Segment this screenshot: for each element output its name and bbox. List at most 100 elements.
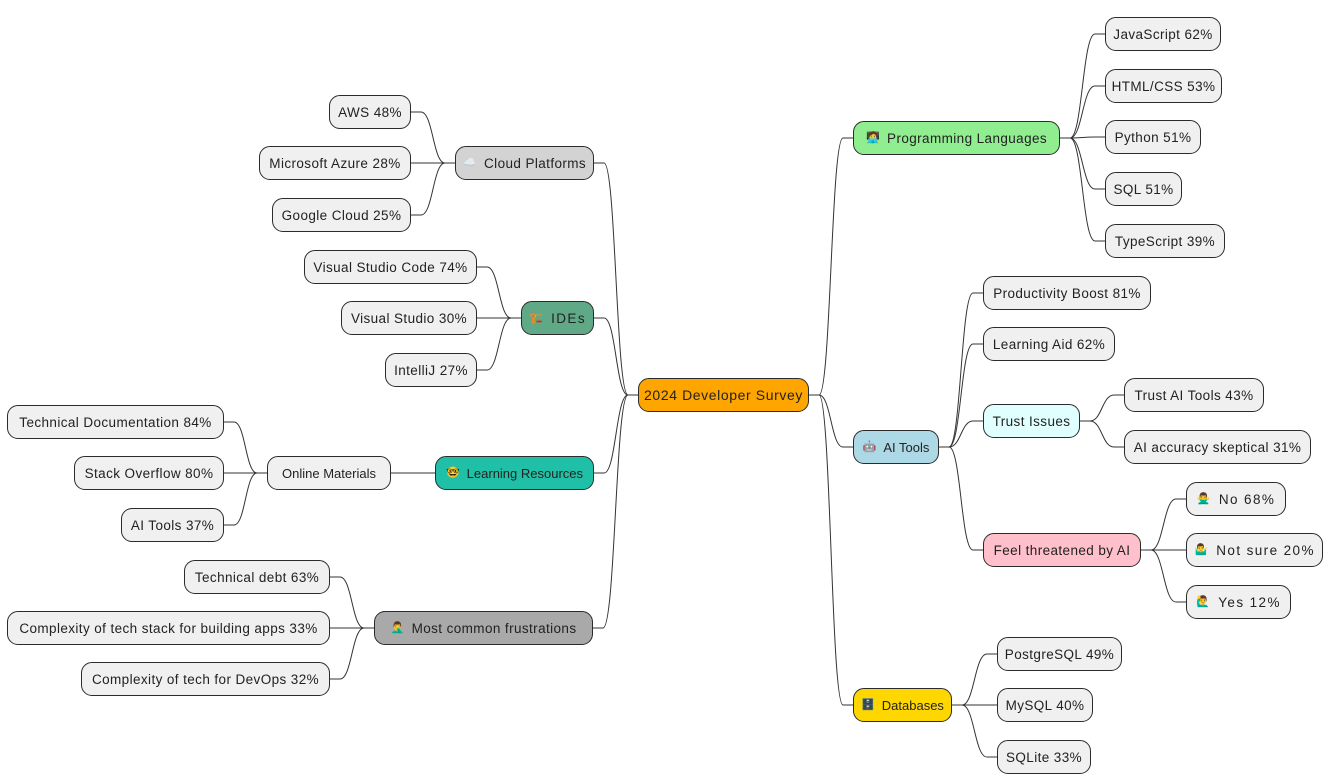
node-label: TypeScript 39% [1114, 233, 1216, 249]
edge-databases-sqlite [952, 704, 997, 758]
edge-programming_languages-sql [1060, 137, 1105, 190]
node-learning-ai-tools[interactable]: AI Tools 37% [121, 508, 224, 542]
cloud-icon: ☁️ [462, 156, 478, 169]
node-label: Technical debt 63% [194, 569, 320, 585]
node-trust-ai-tools[interactable]: Trust AI Tools 43% [1124, 378, 1264, 412]
node-feel-threatened[interactable]: Feel threatened by AI [983, 533, 1141, 567]
edge-trust_issues-trust_ai_tools [1080, 394, 1124, 422]
edge-ides-intellij [477, 317, 521, 371]
node-label: Feel threatened by AI [993, 542, 1131, 558]
edge-databases-postgresql [952, 653, 997, 706]
database-icon: 🗄️ [861, 698, 875, 711]
node-label: Yes 12% [1218, 594, 1281, 610]
node-label: Online Materials [282, 465, 376, 481]
node-complexity-devops[interactable]: Complexity of tech for DevOps 32% [81, 662, 330, 696]
person-shrugging-icon: 🤷‍♂️ [1194, 543, 1210, 556]
node-threat-not-sure[interactable]: 🤷‍♂️ Not sure 20% [1186, 533, 1323, 567]
edge-ai_tools-feel_threatened [939, 446, 983, 551]
node-label: Trust AI Tools 43% [1134, 387, 1254, 403]
node-typescript[interactable]: TypeScript 39% [1105, 224, 1225, 258]
node-technical-documentation[interactable]: Technical Documentation 84% [7, 405, 224, 439]
node-label: IDEs [551, 310, 586, 326]
node-label: Python 51% [1114, 129, 1192, 145]
node-label: Trust Issues [992, 413, 1071, 429]
edge-frustrations-complexity_devops [330, 627, 374, 680]
node-frustrations[interactable]: 🤦‍♂️ Most common frustrations [374, 611, 593, 645]
root-label: 2024 Developer Survey [644, 387, 803, 403]
node-label: Stack Overflow 80% [84, 465, 214, 481]
node-label: Complexity of tech stack for building ap… [19, 620, 318, 636]
node-ai-accuracy-skeptical[interactable]: AI accuracy skeptical 31% [1124, 430, 1311, 464]
node-learning-resources[interactable]: 🤓 Learning Resources [435, 456, 594, 490]
node-label: SQL 51% [1113, 181, 1174, 197]
node-python[interactable]: Python 51% [1105, 120, 1201, 154]
node-label: AWS 48% [338, 104, 402, 120]
node-label: Google Cloud 25% [281, 207, 402, 223]
node-sqlite[interactable]: SQLite 33% [997, 740, 1091, 774]
node-label: PostgreSQL 49% [1004, 646, 1115, 662]
technologist-icon: 🧑‍💻 [865, 131, 881, 144]
edge-root-databases [809, 394, 853, 706]
node-label: Programming Languages [887, 130, 1048, 146]
node-label: Most common frustrations [411, 620, 577, 636]
node-learning-aid[interactable]: Learning Aid 62% [983, 327, 1115, 361]
node-intellij[interactable]: IntelliJ 27% [385, 353, 477, 387]
edge-root-frustrations [593, 394, 638, 629]
edge-feel_threatened-threat_no [1141, 498, 1186, 551]
node-postgresql[interactable]: PostgreSQL 49% [997, 637, 1122, 671]
edge-trust_issues-ai_accuracy_skeptical [1080, 420, 1124, 448]
robot-icon: 🤖 [862, 440, 877, 453]
edge-cloud_platforms-aws [411, 111, 455, 164]
node-label: No 68% [1218, 491, 1276, 507]
edge-programming_languages-html_css [1060, 85, 1105, 139]
node-trust-issues[interactable]: Trust Issues [983, 404, 1080, 438]
node-label: IntelliJ 27% [394, 362, 468, 378]
edge-ai_tools-productivity_boost [939, 292, 983, 448]
person-raising-hand-icon: 🙋‍♂️ [1196, 595, 1212, 608]
node-aws[interactable]: AWS 48% [329, 95, 411, 129]
node-ai-tools[interactable]: 🤖 AI Tools [853, 430, 939, 464]
node-databases[interactable]: 🗄️ Databases [853, 688, 952, 722]
edge-root-ai_tools [809, 394, 853, 448]
node-stack-overflow[interactable]: Stack Overflow 80% [74, 456, 224, 490]
node-javascript[interactable]: JavaScript 62% [1105, 17, 1221, 51]
edge-online_materials-learn_ai_tools [224, 472, 267, 526]
node-programming-languages[interactable]: 🧑‍💻 Programming Languages [853, 121, 1060, 155]
edge-root-learning_resources [594, 394, 638, 474]
node-label: HTML/CSS 53% [1111, 78, 1216, 94]
root-node[interactable]: 2024 Developer Survey [638, 378, 809, 412]
node-online-materials[interactable]: Online Materials [267, 456, 391, 490]
edge-ides-vscode [477, 266, 521, 319]
node-google-cloud[interactable]: Google Cloud 25% [272, 198, 411, 232]
node-label: Learning Resources [466, 465, 584, 481]
edge-frustrations-technical_debt [330, 576, 374, 629]
person-facepalming-icon: 🤦‍♂️ [390, 621, 405, 634]
node-label: AI accuracy skeptical 31% [1133, 439, 1302, 455]
edge-feel_threatened-threat_yes [1141, 549, 1186, 603]
node-visual-studio[interactable]: Visual Studio 30% [341, 301, 477, 335]
node-cloud-platforms[interactable]: ☁️ Cloud Platforms [455, 146, 594, 180]
node-vscode[interactable]: Visual Studio Code 74% [304, 250, 477, 284]
edge-online_materials-tech_docs [224, 421, 267, 474]
edge-cloud_platforms-google_cloud [411, 162, 455, 216]
node-label: Productivity Boost 81% [993, 285, 1141, 301]
node-complexity-tech-stack[interactable]: Complexity of tech stack for building ap… [7, 611, 330, 645]
node-sql[interactable]: SQL 51% [1105, 172, 1182, 206]
node-productivity-boost[interactable]: Productivity Boost 81% [983, 276, 1151, 310]
node-threat-yes[interactable]: 🙋‍♂️ Yes 12% [1186, 585, 1291, 619]
node-threat-no[interactable]: 🙅‍♂️ No 68% [1186, 482, 1286, 516]
node-ides[interactable]: 🏗️ IDEs [521, 301, 594, 335]
node-html-css[interactable]: HTML/CSS 53% [1105, 69, 1222, 103]
edge-root-cloud_platforms [594, 162, 638, 396]
person-gesturing-no-icon: 🙅‍♂️ [1196, 492, 1212, 505]
node-azure[interactable]: Microsoft Azure 28% [259, 146, 411, 180]
node-mysql[interactable]: MySQL 40% [997, 688, 1093, 722]
edge-root-programming_languages [809, 137, 853, 396]
nerd-face-icon: 🤓 [445, 466, 460, 479]
node-technical-debt[interactable]: Technical debt 63% [184, 560, 330, 594]
node-label: Visual Studio Code 74% [313, 259, 468, 275]
construction-icon: 🏗️ [529, 311, 545, 324]
node-label: JavaScript 62% [1113, 26, 1213, 42]
node-label: MySQL 40% [1005, 697, 1085, 713]
node-label: Learning Aid 62% [992, 336, 1106, 352]
